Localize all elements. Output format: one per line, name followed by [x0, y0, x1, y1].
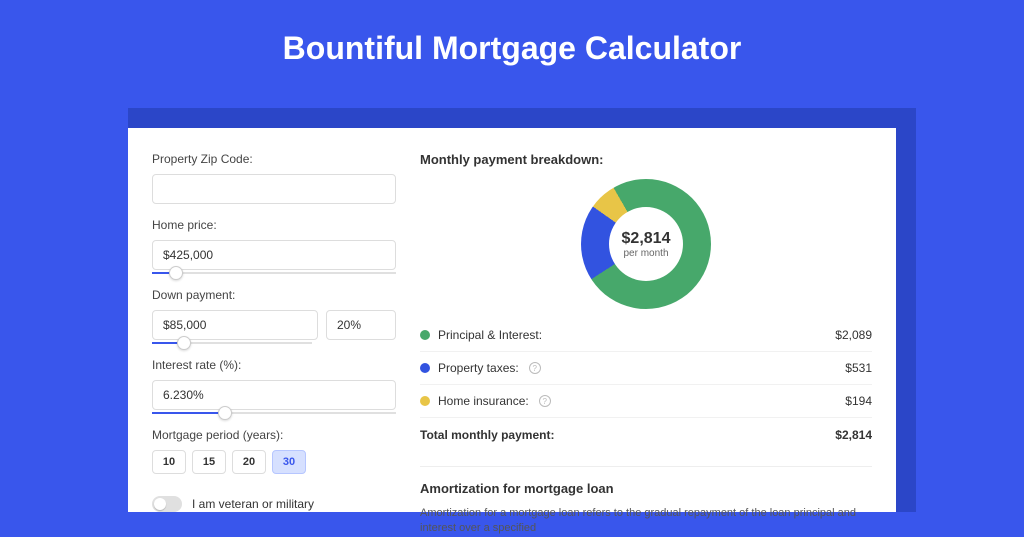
veteran-toggle[interactable]	[152, 496, 182, 512]
breakdown-value: $2,089	[835, 328, 872, 342]
donut-center: $2,814 per month	[609, 207, 683, 281]
interest-rate-input[interactable]	[152, 380, 396, 410]
toggle-knob	[154, 498, 166, 510]
home-price-input[interactable]	[152, 240, 396, 270]
breakdown-value: $531	[845, 361, 872, 375]
slider-thumb[interactable]	[169, 266, 183, 280]
breakdown-label: Home insurance:	[438, 394, 529, 408]
breakdown-row: Property taxes:? $531	[420, 352, 872, 385]
form-panel: Property Zip Code: Home price: Down paym…	[128, 128, 408, 512]
total-value: $2,814	[835, 428, 872, 442]
amortization-text: Amortization for a mortgage loan refers …	[420, 506, 872, 537]
down-payment-amount-input[interactable]	[152, 310, 318, 340]
legend-dot	[420, 396, 430, 406]
info-icon[interactable]: ?	[539, 395, 551, 407]
total-label: Total monthly payment:	[420, 428, 554, 442]
zip-label: Property Zip Code:	[152, 152, 396, 166]
down-payment-label: Down payment:	[152, 288, 396, 302]
period-button-10[interactable]: 10	[152, 450, 186, 474]
breakdown-title: Monthly payment breakdown:	[420, 152, 872, 167]
legend-dot	[420, 330, 430, 340]
veteran-label: I am veteran or military	[192, 497, 314, 511]
period-button-20[interactable]: 20	[232, 450, 266, 474]
total-row: Total monthly payment: $2,814	[420, 418, 872, 452]
results-panel: Monthly payment breakdown: $2,814 per mo…	[408, 128, 896, 512]
amortization-title: Amortization for mortgage loan	[420, 481, 872, 496]
donut-chart: $2,814 per month	[581, 179, 711, 309]
interest-rate-slider[interactable]	[152, 412, 396, 414]
interest-rate-label: Interest rate (%):	[152, 358, 396, 372]
calculator-card: Property Zip Code: Home price: Down paym…	[128, 128, 896, 512]
down-payment-percent-input[interactable]	[326, 310, 396, 340]
home-price-label: Home price:	[152, 218, 396, 232]
info-icon[interactable]: ?	[529, 362, 541, 374]
amortization-section: Amortization for mortgage loan Amortizat…	[420, 466, 872, 537]
home-price-slider[interactable]	[152, 272, 396, 274]
breakdown-label: Property taxes:	[438, 361, 519, 375]
breakdown-row: Home insurance:? $194	[420, 385, 872, 418]
donut-sublabel: per month	[623, 248, 668, 259]
breakdown-value: $194	[845, 394, 872, 408]
zip-input[interactable]	[152, 174, 396, 204]
donut-amount: $2,814	[622, 230, 671, 248]
breakdown-row: Principal & Interest: $2,089	[420, 319, 872, 352]
donut-chart-wrap: $2,814 per month	[420, 173, 872, 319]
period-label: Mortgage period (years):	[152, 428, 396, 442]
period-button-30[interactable]: 30	[272, 450, 306, 474]
period-button-group: 10152030	[152, 450, 396, 474]
page-title: Bountiful Mortgage Calculator	[0, 0, 1024, 95]
down-payment-slider[interactable]	[152, 342, 312, 344]
breakdown-label: Principal & Interest:	[438, 328, 542, 342]
slider-thumb[interactable]	[218, 406, 232, 420]
legend-dot	[420, 363, 430, 373]
slider-thumb[interactable]	[177, 336, 191, 350]
period-button-15[interactable]: 15	[192, 450, 226, 474]
